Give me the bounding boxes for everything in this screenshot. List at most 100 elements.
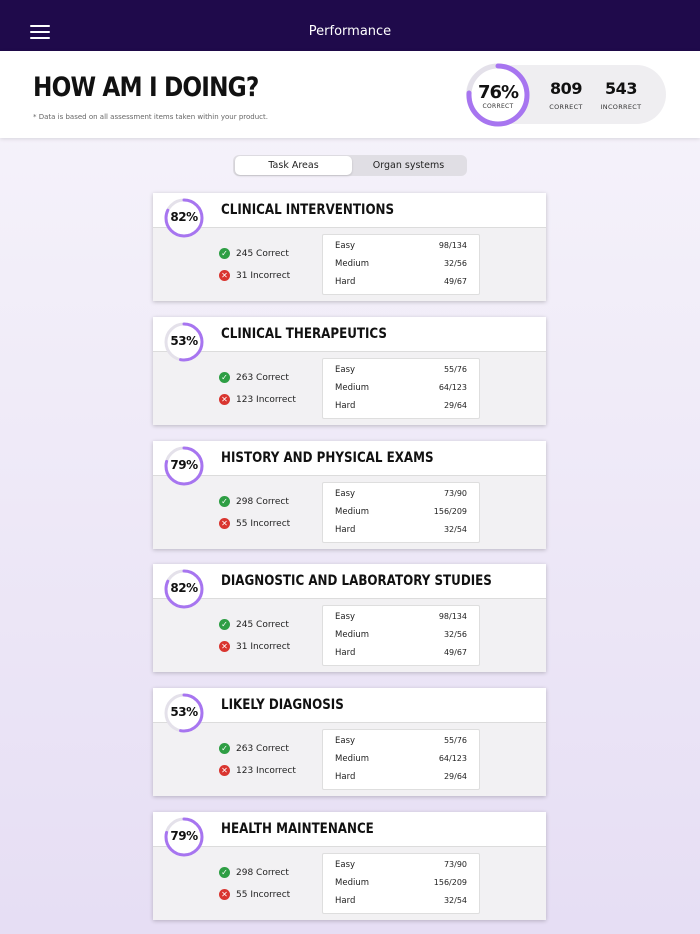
incorrect-count: 31 Incorrect: [236, 642, 291, 652]
difficulty-score: 55/76: [443, 365, 467, 374]
category-progress-ring: 53%: [164, 322, 204, 362]
correct-count: 263 Correct: [236, 744, 289, 754]
category-percent: 53%: [170, 705, 198, 719]
difficulty-label: Medium: [335, 507, 369, 517]
difficulty-label: Medium: [335, 754, 369, 764]
x-icon: ✕: [219, 641, 230, 652]
difficulty-row: Easy 55/76: [335, 732, 467, 750]
difficulty-score: 32/56: [443, 630, 467, 639]
difficulty-label: Easy: [335, 241, 356, 251]
x-icon: ✕: [219, 270, 230, 281]
category-card: CLINICAL THERAPEUTICS 53% ✓ 263 Correct ✕…: [153, 317, 546, 425]
card-title: HISTORY AND PHYSICAL EXAMS: [221, 450, 434, 466]
category-percent: 79%: [170, 458, 198, 472]
category-progress-ring: 82%: [164, 198, 204, 238]
difficulty-label: Easy: [335, 736, 356, 746]
difficulty-score: 49/67: [443, 277, 467, 286]
incorrect-stat: ✕ 55 Incorrect: [219, 889, 290, 900]
difficulty-breakdown: Easy 73/90 Medium 156/209 Hard 32/54: [322, 482, 480, 543]
difficulty-label: Medium: [335, 630, 369, 640]
correct-stat: ✓ 298 Correct: [219, 496, 289, 507]
correct-stat: ✓ 298 Correct: [219, 867, 289, 878]
difficulty-label: Hard: [335, 648, 356, 658]
difficulty-score: 29/64: [443, 401, 467, 410]
correct-count: 245 Correct: [236, 249, 289, 259]
difficulty-label: Easy: [335, 489, 356, 499]
difficulty-breakdown: Easy 98/134 Medium 32/56 Hard 49/67: [322, 605, 480, 666]
app-title: Performance: [308, 24, 392, 39]
category-card: HISTORY AND PHYSICAL EXAMS 79% ✓ 298 Corr…: [153, 441, 546, 549]
check-icon: ✓: [219, 496, 230, 507]
card-header: CLINICAL INTERVENTIONS: [153, 193, 546, 228]
difficulty-score: 32/54: [443, 525, 467, 534]
tab-task-areas[interactable]: Task Areas: [235, 156, 352, 175]
difficulty-breakdown: Easy 98/134 Medium 32/56 Hard 49/67: [322, 234, 480, 295]
difficulty-row: Easy 98/134: [335, 608, 467, 626]
card-title: HEALTH MAINTENANCE: [221, 821, 374, 837]
difficulty-row: Hard 32/54: [335, 521, 467, 539]
incorrect-stat: ✕ 123 Incorrect: [219, 765, 296, 776]
card-title: CLINICAL THERAPEUTICS: [221, 326, 387, 342]
difficulty-score: 55/76: [443, 736, 467, 745]
correct-count: 298 Correct: [236, 868, 289, 878]
difficulty-label: Easy: [335, 365, 356, 375]
incorrect-stat: ✕ 123 Incorrect: [219, 394, 296, 405]
category-percent: 82%: [170, 210, 198, 224]
correct-stat: ✓ 263 Correct: [219, 372, 289, 383]
summary-header: HOW AM I DOING? * Data is based on all a…: [0, 51, 700, 138]
card-header: DIAGNOSTIC AND LABORATORY STUDIES: [153, 564, 546, 599]
difficulty-score: 156/209: [433, 878, 467, 887]
difficulty-label: Hard: [335, 277, 356, 287]
check-icon: ✓: [219, 867, 230, 878]
check-icon: ✓: [219, 248, 230, 259]
difficulty-row: Hard 32/54: [335, 892, 467, 910]
card-header: LIKELY DIAGNOSIS: [153, 688, 546, 723]
top-nav-bar: Performance: [0, 0, 700, 51]
difficulty-label: Easy: [335, 860, 356, 870]
difficulty-label: Medium: [335, 878, 369, 888]
category-progress-ring: 79%: [164, 817, 204, 857]
category-card: HEALTH MAINTENANCE 79% ✓ 298 Correct ✕ 55 …: [153, 812, 546, 920]
card-header: HEALTH MAINTENANCE: [153, 812, 546, 847]
difficulty-row: Medium 64/123: [335, 379, 467, 397]
overall-percent-label: CORRECT: [482, 103, 514, 110]
difficulty-row: Easy 73/90: [335, 485, 467, 503]
check-icon: ✓: [219, 372, 230, 383]
difficulty-score: 73/90: [443, 489, 467, 498]
difficulty-row: Easy 55/76: [335, 361, 467, 379]
correct-stat: ✓ 245 Correct: [219, 248, 289, 259]
x-icon: ✕: [219, 394, 230, 405]
category-percent: 53%: [170, 334, 198, 348]
category-card: LIKELY DIAGNOSIS 53% ✓ 263 Correct ✕ 123 I…: [153, 688, 546, 796]
incorrect-count: 123 Incorrect: [236, 766, 296, 776]
overall-score-summary: 76% CORRECT 809 CORRECT 543 INCORRECT: [466, 63, 666, 127]
overall-percent: 76%: [477, 82, 519, 103]
card-title: LIKELY DIAGNOSIS: [221, 697, 344, 713]
difficulty-label: Hard: [335, 772, 356, 782]
difficulty-score: 156/209: [433, 507, 467, 516]
card-title: CLINICAL INTERVENTIONS: [221, 202, 395, 218]
incorrect-count: 123 Incorrect: [236, 395, 296, 405]
overall-progress-ring: 76% CORRECT: [465, 62, 531, 128]
difficulty-row: Easy 98/134: [335, 237, 467, 255]
category-progress-ring: 79%: [164, 446, 204, 486]
x-icon: ✕: [219, 889, 230, 900]
category-progress-ring: 53%: [164, 693, 204, 733]
incorrect-stat: ✕ 55 Incorrect: [219, 518, 290, 529]
tab-organ-systems[interactable]: Organ systems: [352, 156, 465, 175]
incorrect-count: 31 Incorrect: [236, 271, 291, 281]
difficulty-score: 29/64: [443, 772, 467, 781]
difficulty-score: 32/54: [443, 896, 467, 905]
card-header: CLINICAL THERAPEUTICS: [153, 317, 546, 352]
difficulty-row: Medium 32/56: [335, 626, 467, 644]
difficulty-row: Hard 49/67: [335, 644, 467, 662]
difficulty-score: 98/134: [438, 241, 467, 250]
correct-stat: ✓ 245 Correct: [219, 619, 289, 630]
total-incorrect-label: INCORRECT: [600, 103, 642, 111]
difficulty-row: Medium 64/123: [335, 750, 467, 768]
difficulty-label: Hard: [335, 401, 356, 411]
correct-stat: ✓ 263 Correct: [219, 743, 289, 754]
data-disclaimer: * Data is based on all assessment items …: [33, 113, 268, 121]
difficulty-row: Medium 32/56: [335, 255, 467, 273]
difficulty-row: Hard 29/64: [335, 397, 467, 415]
